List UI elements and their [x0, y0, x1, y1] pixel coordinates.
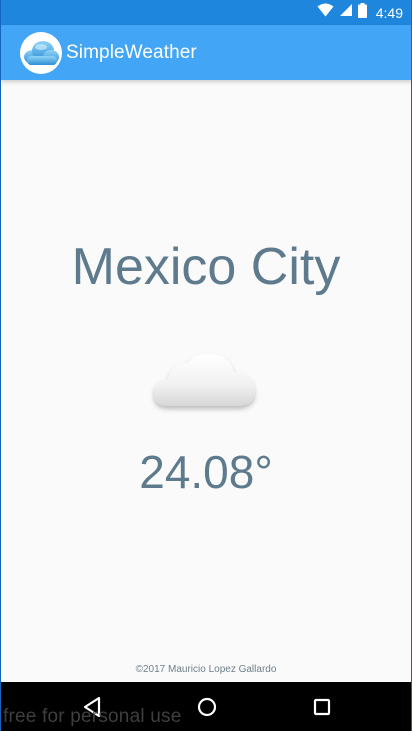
signal-icon	[339, 3, 353, 22]
status-time: 4:49	[375, 4, 403, 21]
weather-content: Mexico City 24.08° ©2017 Mauricio Lopez …	[1, 80, 411, 682]
watermark-text: free for personal use	[3, 706, 182, 727]
cloud-logo-icon	[20, 31, 62, 74]
home-icon[interactable]	[194, 694, 220, 720]
cloud-icon	[150, 348, 262, 414]
status-bar: 4:49	[1, 0, 411, 25]
app-title: SimpleWeather	[66, 41, 197, 63]
status-icons: 4:49	[317, 2, 403, 23]
city-name: Mexico City	[71, 238, 341, 296]
temperature: 24.08°	[139, 446, 273, 498]
copyright-footer: ©2017 Mauricio Lopez Gallardo	[135, 664, 277, 675]
recent-apps-icon[interactable]	[309, 694, 335, 720]
battery-icon	[357, 2, 367, 23]
app-screen: 4:49 SimpleWeather Mexico City 24.08° ©2…	[0, 0, 412, 731]
wifi-icon	[317, 3, 334, 22]
app-bar: SimpleWeather	[1, 25, 411, 80]
